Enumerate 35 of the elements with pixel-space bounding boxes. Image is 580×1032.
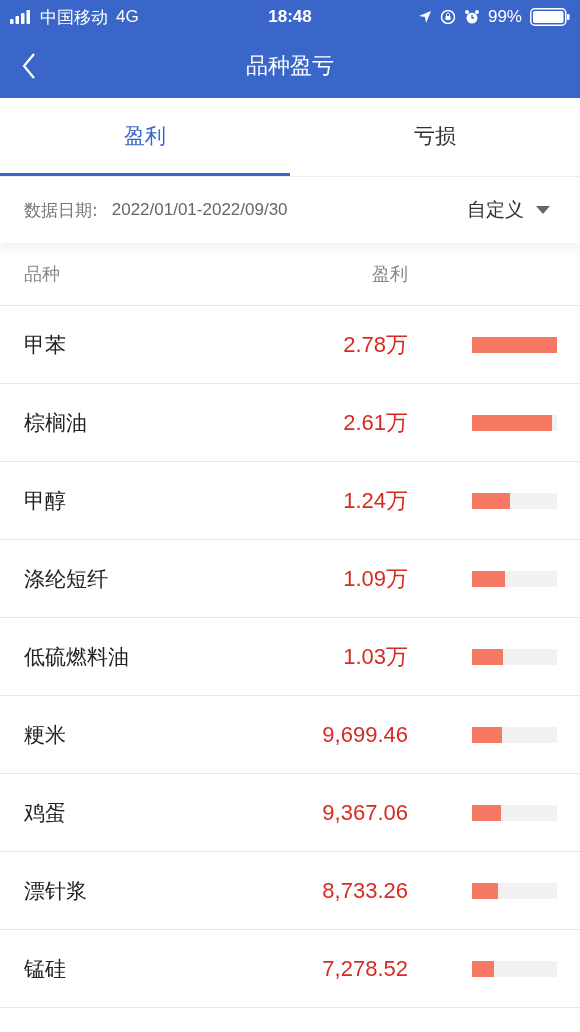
column-header: 盈利 bbox=[371, 262, 408, 286]
profit-value: 1.03万 bbox=[342, 642, 408, 671]
signal-icon bbox=[10, 10, 32, 24]
profit-value: 2.78万 bbox=[342, 330, 408, 359]
profit-value: 2.61万 bbox=[342, 408, 408, 437]
network-type: 4G bbox=[116, 7, 139, 27]
location-arrow-icon bbox=[417, 10, 432, 24]
battery-icon bbox=[530, 8, 570, 26]
profit-value: 7,278.52 bbox=[321, 955, 408, 982]
date-label: 数据日期: bbox=[24, 198, 98, 222]
profit-value: 1.09万 bbox=[342, 564, 408, 593]
caret-icon bbox=[536, 206, 550, 214]
product-name: 鸡蛋 bbox=[24, 799, 67, 827]
product-name: 漂针浆 bbox=[24, 877, 88, 905]
profit-value: 9,699.46 bbox=[321, 721, 408, 748]
product-name: 低硫燃料油 bbox=[24, 643, 130, 671]
product-name: 粳米 bbox=[24, 721, 67, 749]
back-icon[interactable] bbox=[22, 52, 36, 80]
battery-percent: 99% bbox=[487, 7, 522, 27]
rotation-lock-icon bbox=[439, 9, 456, 25]
column-header: 品种 bbox=[24, 262, 61, 286]
clock-time: 18:48 bbox=[268, 7, 312, 27]
product-name: 甲醇 bbox=[24, 487, 67, 515]
profit-value: 8,733.26 bbox=[321, 877, 408, 904]
range-dropdown[interactable]: 自定义 bbox=[467, 197, 556, 223]
date-range: 2022/01/01-2022/09/30 bbox=[111, 200, 289, 220]
profit-value: 1.24万 bbox=[342, 486, 408, 515]
page-title: 品种盈亏 bbox=[246, 52, 334, 80]
product-name: 锰硅 bbox=[24, 955, 67, 983]
profit-value: 9,367.06 bbox=[321, 799, 408, 826]
alarm-clock-icon bbox=[463, 9, 480, 25]
product-name: 涤纶短纤 bbox=[24, 565, 109, 593]
carrier-name: 中国移动 bbox=[40, 6, 108, 29]
product-name: 棕榈油 bbox=[24, 409, 88, 437]
product-name: 甲苯 bbox=[24, 331, 67, 359]
